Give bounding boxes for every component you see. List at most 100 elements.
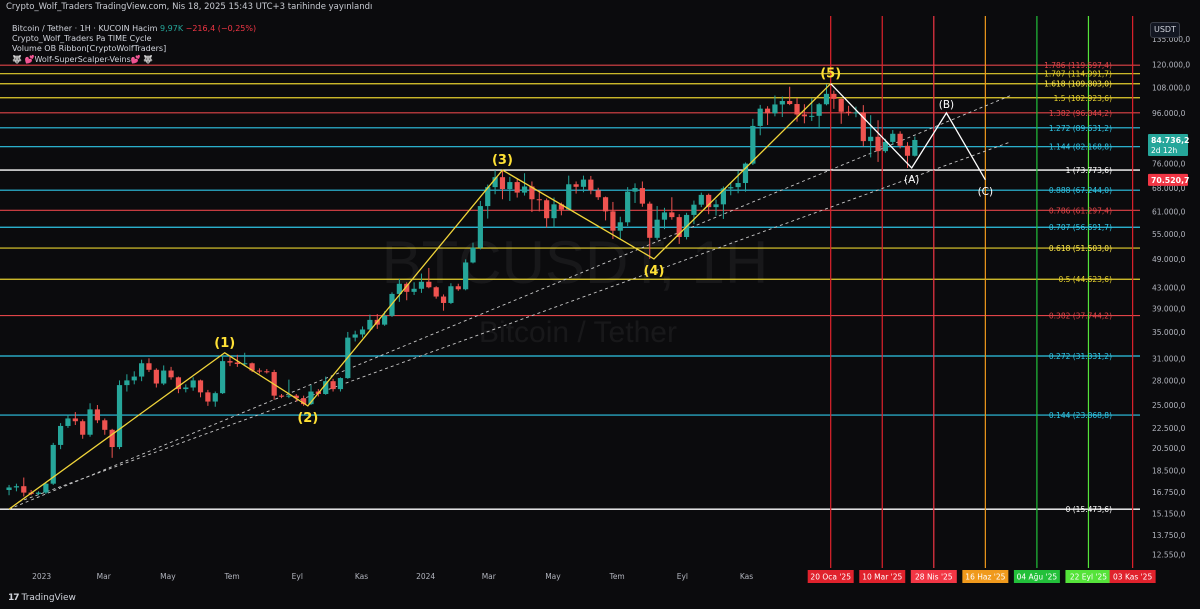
candle-body <box>359 329 366 335</box>
candle-body <box>227 361 233 363</box>
candle-body <box>65 418 71 426</box>
time-tick-label: Kas <box>740 572 753 581</box>
candle-body <box>264 371 270 373</box>
tradingview-logo-text: TradingView <box>21 593 76 603</box>
candle-body <box>286 395 292 397</box>
fib-level-label: 1.144 (82.168,8) <box>1049 143 1112 152</box>
price-badge-value: 84.736,2 <box>1151 136 1189 145</box>
candle-body <box>787 101 793 105</box>
wave-label: (2) <box>297 411 318 426</box>
fib-level-label: 0.888 (67.244,0) <box>1049 186 1112 195</box>
candle-body <box>669 212 675 218</box>
candle-body <box>278 395 285 397</box>
legend-indicator-1[interactable]: Crypto_Wolf_Traders Pa TIME Cycle <box>12 34 256 44</box>
candle-body <box>220 361 226 394</box>
candle-body <box>418 281 425 289</box>
price-tick-label: 108.000,0 <box>1152 83 1190 92</box>
candle-body <box>153 369 159 384</box>
candle-body <box>448 286 454 303</box>
fib-level-label: 0.707 (56.691,7) <box>1049 223 1112 232</box>
candle-body <box>124 380 130 386</box>
candle-body <box>352 334 358 338</box>
candle-body <box>566 184 572 210</box>
candle-body <box>823 93 830 105</box>
legend-volume-value: 9,97K <box>160 24 184 33</box>
chart-background <box>0 16 1200 589</box>
cycle-date-label: 03 Kas '25 <box>1113 573 1152 582</box>
legend-indicator-2[interactable]: Volume OB Ribbon[CryptoWolfTraders] <box>12 44 256 54</box>
candle-body <box>816 104 822 116</box>
candle-body <box>43 483 49 493</box>
cycle-date-label: 10 Mar '25 <box>862 573 902 582</box>
watermark-symbol: BTCUSDT, 1H <box>382 229 769 296</box>
tradingview-logo-icon: 17 <box>8 593 19 603</box>
time-tick-label: Tem <box>609 572 625 581</box>
time-tick-label: Mar <box>482 572 497 581</box>
time-tick-label: Kas <box>355 572 368 581</box>
cycle-date-label: 16 Haz '25 <box>965 573 1005 582</box>
candle-body <box>632 188 638 192</box>
price-tick-label: 20.500,0 <box>1152 444 1186 453</box>
price-tick-label: 120.000,0 <box>1152 60 1190 69</box>
tradingview-logo[interactable]: 17 TradingView <box>8 593 76 603</box>
candle-body <box>595 190 601 198</box>
fib-level-label: 0.144 (23.868,8) <box>1049 411 1112 420</box>
price-tick-label: 18.500,0 <box>1152 466 1186 475</box>
candle-body <box>440 296 447 303</box>
time-tick-label: 2024 <box>416 572 435 581</box>
candle-body <box>161 370 167 384</box>
candle-body <box>6 487 12 491</box>
candle-body <box>588 179 594 191</box>
price-tick-label: 35.000,0 <box>1152 328 1186 337</box>
candle-body <box>21 486 27 493</box>
candle-body <box>58 425 64 445</box>
candle-body <box>330 381 336 390</box>
candle-body <box>661 212 668 220</box>
candle-body <box>477 206 483 248</box>
candle-body <box>72 418 78 422</box>
price-tick-label: 49.000,0 <box>1152 255 1186 264</box>
candle-body <box>875 136 881 152</box>
legend-symbol-row[interactable]: Bitcoin / Tether · 1H · KUCOIN Hacim 9,9… <box>12 24 256 34</box>
candle-body <box>507 182 513 190</box>
candle-body <box>580 179 587 187</box>
candle-body <box>838 98 844 112</box>
price-tick-label: 61.000,0 <box>1152 207 1186 216</box>
abc-label: (C) <box>978 186 994 198</box>
candle-body <box>521 186 528 193</box>
price-tick-label: 13.750,0 <box>1152 531 1186 540</box>
legend-volume-label: Hacim <box>132 24 158 33</box>
price-badge-value: 70.520,7 <box>1151 176 1189 185</box>
price-tick-label: 96.000,0 <box>1152 109 1186 118</box>
legend-indicator-3[interactable]: 🐺 💕Wolf-SuperScalper-Veins💕 🐺 <box>12 55 256 65</box>
currency-button[interactable]: USDT <box>1150 22 1180 38</box>
fib-level-label: 0.618 (51.503,0) <box>1049 244 1112 253</box>
watermark-name: Bitcoin / Tether <box>479 316 677 349</box>
candle-body <box>904 145 911 156</box>
fib-level-label: 0.272 (31.331,2) <box>1049 352 1112 361</box>
candle-body <box>639 188 645 204</box>
candle-body <box>654 219 660 238</box>
candle-body <box>647 203 653 238</box>
candle-body <box>87 409 93 435</box>
candle-body <box>868 136 874 142</box>
candle-body <box>514 182 520 193</box>
candle-body <box>80 421 86 435</box>
candle-body <box>337 378 344 390</box>
candle-body <box>116 385 123 448</box>
candle-body <box>455 286 461 290</box>
price-chart[interactable]: BTCUSDT, 1H Bitcoin / Tether (1) (2) (3) (4… <box>0 0 1200 589</box>
candle-body <box>794 104 800 115</box>
candle-body <box>426 281 432 288</box>
price-tick-label: 76.000,0 <box>1152 160 1186 169</box>
candle-body <box>536 199 542 201</box>
candle-body <box>382 315 388 325</box>
time-tick-label: 2023 <box>32 572 51 581</box>
fib-level-label: 1.707 (114.991,7) <box>1044 70 1112 79</box>
time-tick-label: Mar <box>97 572 112 581</box>
fib-level-label: 1.382 (96.044,2) <box>1049 109 1112 118</box>
candle-body <box>197 380 204 393</box>
wave-label: (1) <box>214 336 235 351</box>
cycle-date-label: 28 Nis '25 <box>915 573 953 582</box>
candle-body <box>602 197 609 212</box>
